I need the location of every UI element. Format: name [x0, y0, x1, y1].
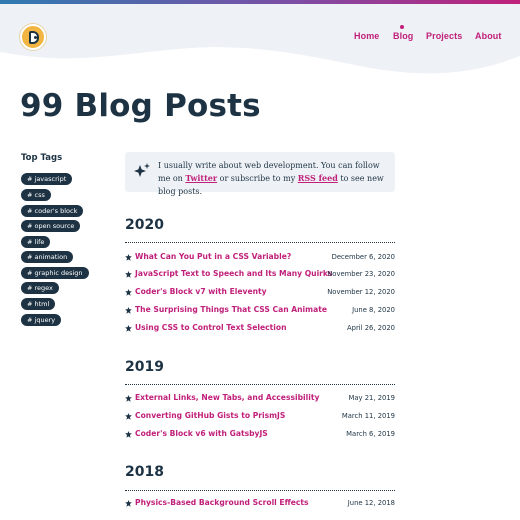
post-link[interactable]: Coder's Block v7 with Eleventy [135, 287, 267, 296]
star-bullet-icon [125, 500, 132, 507]
post-item: Physics-Based Background Scroll Effects … [125, 497, 395, 511]
twitter-link[interactable]: Twitter [185, 173, 217, 183]
year-heading: 2018 [125, 464, 164, 480]
star-bullet-icon [125, 254, 132, 261]
post-item: The Surprising Things That CSS Can Anima… [125, 304, 395, 318]
post-date: April 26, 2020 [347, 324, 395, 332]
star-bullet-icon [125, 271, 132, 278]
sparkles-icon [134, 163, 150, 177]
post-item: Coder's Block v7 with Eleventy November … [125, 286, 395, 300]
tag-coders-block[interactable]: # coder's block [21, 205, 84, 217]
post-item: External Links, New Tabs, and Accessibil… [125, 392, 395, 406]
post-link[interactable]: Using CSS to Control Text Selection [135, 323, 286, 332]
tag-animation[interactable]: # animation [21, 251, 74, 263]
intro-text-middle: or subscribe to my [217, 174, 298, 183]
post-date: November 12, 2020 [327, 288, 395, 296]
star-bullet-icon [125, 395, 132, 402]
active-indicator-dot [400, 25, 404, 29]
post-date: May 21, 2019 [348, 394, 395, 402]
year-divider [125, 384, 395, 385]
tag-jquery[interactable]: # jquery [21, 314, 62, 326]
star-bullet-icon [125, 325, 132, 332]
post-link[interactable]: What Can You Put in a CSS Variable? [135, 252, 291, 261]
tag-regex[interactable]: # regex [21, 282, 59, 294]
post-date: December 6, 2020 [331, 253, 395, 261]
post-item: Converting GitHub Gists to PrismJS March… [125, 410, 395, 424]
rss-feed-link[interactable]: RSS feed [298, 173, 338, 183]
post-date: March 6, 2019 [346, 430, 395, 438]
tag-css[interactable]: # css [21, 189, 51, 201]
post-link[interactable]: Converting GitHub Gists to PrismJS [135, 411, 285, 420]
year-heading: 2019 [125, 359, 164, 375]
top-tags-heading: Top Tags [21, 153, 63, 163]
post-item: JavaScript Text to Speech and Its Many Q… [125, 268, 395, 282]
nav-projects[interactable]: Projects [426, 31, 462, 41]
year-divider [125, 490, 395, 491]
post-date: March 11, 2019 [341, 412, 395, 420]
site-logo[interactable] [20, 24, 46, 50]
intro-callout: I usually write about web development. Y… [125, 152, 395, 196]
tag-html[interactable]: # html [21, 298, 56, 310]
year-divider [125, 242, 395, 243]
page-title: 99 Blog Posts [20, 88, 261, 124]
star-bullet-icon [125, 289, 132, 296]
intro-text: I usually write about web development. Y… [158, 159, 390, 198]
star-bullet-icon [125, 413, 132, 420]
star-bullet-icon [125, 431, 132, 438]
post-date: June 12, 2018 [347, 499, 395, 507]
post-date: June 8, 2020 [352, 306, 395, 314]
post-link[interactable]: Coder's Block v6 with GatsbyJS [135, 429, 268, 438]
post-link[interactable]: The Surprising Things That CSS Can Anima… [135, 305, 327, 314]
post-link[interactable]: JavaScript Text to Speech and Its Many Q… [135, 269, 332, 278]
post-link[interactable]: External Links, New Tabs, and Accessibil… [135, 393, 319, 402]
tag-graphic-design[interactable]: # graphic design [21, 267, 89, 279]
post-item: Coder's Block v6 with GatsbyJS March 6, … [125, 428, 395, 442]
header-wave-background [0, 4, 520, 74]
nav-home[interactable]: Home [354, 31, 379, 41]
tag-javascript[interactable]: # javascript [21, 173, 73, 185]
post-item: What Can You Put in a CSS Variable? Dece… [125, 251, 395, 265]
year-heading: 2020 [125, 217, 164, 233]
post-link[interactable]: Physics-Based Background Scroll Effects [135, 498, 309, 507]
post-item: Using CSS to Control Text Selection Apri… [125, 322, 395, 336]
star-bullet-icon [125, 307, 132, 314]
nav-blog[interactable]: Blog [393, 31, 413, 41]
post-date: November 23, 2020 [327, 270, 395, 278]
nav-about[interactable]: About [475, 31, 502, 41]
tag-open-source[interactable]: # open source [21, 220, 81, 232]
tag-life[interactable]: # life [21, 236, 51, 248]
